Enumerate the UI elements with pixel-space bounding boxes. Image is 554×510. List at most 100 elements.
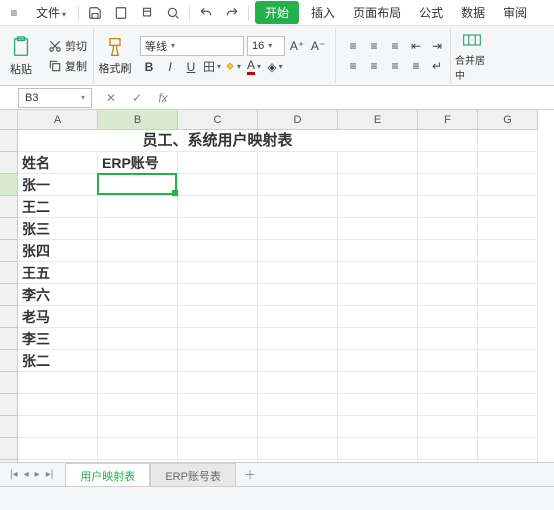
cell[interactable] [178,372,258,394]
spreadsheet-grid[interactable]: ABCDEFG 员工、系统用户映射表姓名ERP账号张一王二张三张四王五李六老马李… [0,110,554,480]
name-box[interactable]: B3▾ [18,88,92,108]
cell[interactable] [98,262,178,284]
cell[interactable] [18,416,98,438]
cell[interactable] [98,240,178,262]
merge-center-button[interactable]: 合并居中 [455,28,489,83]
cell[interactable] [418,394,478,416]
cell[interactable] [338,152,418,174]
row-header[interactable] [0,328,18,350]
cell[interactable] [98,174,178,196]
cell[interactable] [18,394,98,416]
cell[interactable] [338,416,418,438]
cell[interactable] [418,196,478,218]
cell[interactable] [338,438,418,460]
cell[interactable] [478,262,538,284]
paste-button[interactable]: 粘贴 [4,28,38,83]
cell[interactable] [258,262,338,284]
cell[interactable] [178,218,258,240]
row-header[interactable] [0,218,18,240]
cell[interactable] [418,152,478,174]
decrease-font-icon[interactable]: A⁻ [309,37,327,55]
col-header-A[interactable]: A [18,110,98,130]
cell[interactable] [258,284,338,306]
cell[interactable] [258,152,338,174]
cell[interactable]: 老马 [18,306,98,328]
save-icon[interactable] [85,3,105,23]
cell[interactable] [178,438,258,460]
cell[interactable]: 张二 [18,350,98,372]
cell[interactable] [478,152,538,174]
row-header[interactable] [0,262,18,284]
cell[interactable] [258,350,338,372]
confirm-icon[interactable]: ✓ [128,89,146,107]
cell[interactable] [98,196,178,218]
row-header[interactable] [0,240,18,262]
row-header[interactable] [0,152,18,174]
cell[interactable] [418,284,478,306]
tab-review[interactable]: 审阅 [497,1,533,24]
col-header-F[interactable]: F [418,110,478,130]
cell[interactable] [478,372,538,394]
cell[interactable] [418,328,478,350]
cell[interactable]: 王二 [18,196,98,218]
tab-last-icon[interactable]: ▸| [44,469,56,480]
cell[interactable] [338,262,418,284]
row-header[interactable] [0,372,18,394]
cancel-icon[interactable]: ✕ [102,89,120,107]
col-header-D[interactable]: D [258,110,338,130]
cell[interactable] [258,416,338,438]
cell[interactable] [478,350,538,372]
cell[interactable]: 张四 [18,240,98,262]
print-icon[interactable] [137,3,157,23]
cell[interactable] [258,240,338,262]
cell[interactable] [178,174,258,196]
tab-data[interactable]: 数据 [455,1,491,24]
cell[interactable] [258,174,338,196]
cell[interactable] [178,416,258,438]
tab-first-icon[interactable]: |◂ [8,469,20,480]
cell[interactable] [178,152,258,174]
cell[interactable] [98,218,178,240]
cell[interactable] [178,394,258,416]
add-sheet-icon[interactable]: ＋ [236,462,264,487]
bold-icon[interactable]: B [140,58,158,76]
cell[interactable] [338,394,418,416]
cell[interactable] [478,196,538,218]
cell[interactable] [98,284,178,306]
row-header[interactable] [0,416,18,438]
cell[interactable] [478,438,538,460]
cell[interactable] [18,372,98,394]
row-header[interactable] [0,174,18,196]
cell[interactable] [98,372,178,394]
tab-prev-icon[interactable]: ◂ [22,469,31,480]
sheet-tab-other[interactable]: ERP账号表 [150,463,236,488]
cell[interactable] [258,372,338,394]
cell[interactable] [258,438,338,460]
cell[interactable] [478,284,538,306]
row-header[interactable] [0,438,18,460]
cell[interactable] [98,328,178,350]
cell[interactable] [338,306,418,328]
underline-icon[interactable]: U [182,58,200,76]
cell[interactable]: ERP账号 [98,152,178,174]
undo-icon[interactable] [196,3,216,23]
cell[interactable] [418,372,478,394]
cell[interactable] [258,328,338,350]
cell[interactable] [178,328,258,350]
cell[interactable] [418,438,478,460]
cell[interactable] [98,416,178,438]
cell[interactable] [98,350,178,372]
cell[interactable] [418,416,478,438]
cut-button[interactable]: 剪切 [46,37,89,55]
cell[interactable] [178,284,258,306]
cell[interactable] [478,416,538,438]
cell[interactable] [418,174,478,196]
cell[interactable] [178,240,258,262]
cell[interactable] [98,306,178,328]
cell[interactable]: 李六 [18,284,98,306]
col-header-E[interactable]: E [338,110,418,130]
align-mid-icon[interactable]: ≡ [365,37,383,55]
indent-inc-icon[interactable]: ⇥ [428,37,446,55]
cell[interactable] [418,262,478,284]
cell[interactable]: 张三 [18,218,98,240]
